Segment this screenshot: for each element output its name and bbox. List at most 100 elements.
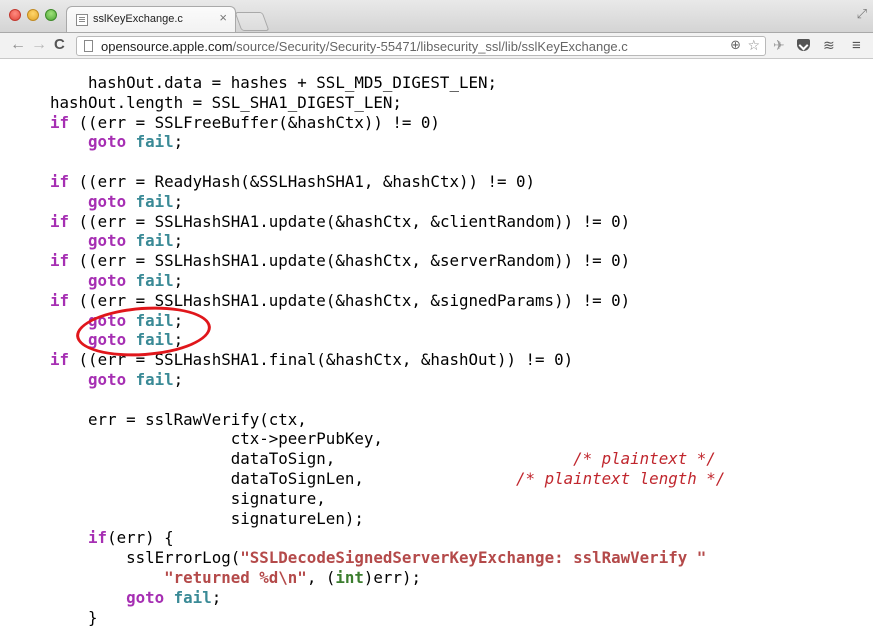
- code-keyword: goto: [88, 231, 127, 251]
- code-keyword: goto: [88, 370, 127, 389]
- code-line: goto fail;: [50, 311, 183, 331]
- tab-close-icon[interactable]: ×: [219, 11, 227, 25]
- url-host: opensource.apple.com: [101, 39, 233, 54]
- code-text: dataToSign,: [230, 449, 336, 469]
- code-comment: /* plaintext length */: [516, 469, 726, 488]
- tab-sslkeyexchange[interactable]: sslKeyExchange.c ×: [66, 6, 236, 32]
- code-keyword: if: [88, 528, 108, 548]
- code-line: goto fail;: [50, 330, 183, 350]
- title-bar: sslKeyExchange.c × ⤢: [0, 0, 873, 32]
- code-line: ctx->peerPubKey,: [50, 429, 383, 449]
- code-text: ;: [173, 191, 184, 211]
- page-favicon-icon: [76, 14, 88, 26]
- code-line: }: [50, 608, 98, 628]
- extension-layers-icon[interactable]: ≋: [823, 37, 835, 54]
- code-keyword: if: [50, 112, 70, 132]
- code-keyword: if: [50, 172, 70, 191]
- code-text: )err);: [363, 568, 421, 587]
- code-text: , (: [306, 568, 336, 587]
- code-text: ;: [211, 587, 222, 607]
- code-line: if ((err = SSLHashSHA1.final(&hashCtx, &…: [50, 350, 573, 370]
- code-string: "SSLDecodeSignedServerKeyExchange: sslRa…: [240, 548, 707, 568]
- menu-icon[interactable]: ≡: [852, 37, 861, 54]
- close-window-button[interactable]: [9, 9, 21, 21]
- forward-arrow-icon[interactable]: →: [31, 36, 47, 54]
- code-line: if(err) {: [50, 528, 174, 548]
- code-keyword: if: [50, 290, 70, 310]
- code-line: if ((err = SSLHashSHA1.update(&hashCtx, …: [50, 212, 630, 232]
- tab-title: sslKeyExchange.c: [93, 13, 183, 25]
- code-line: goto fail;: [50, 192, 183, 212]
- address-bar[interactable]: opensource.apple.com/source/Security/Sec…: [76, 36, 766, 56]
- url-path: /source/Security/Security-55471/libsecur…: [232, 39, 628, 54]
- code-keyword: goto: [88, 271, 127, 290]
- code-line: hashOut.data = hashes + SSL_MD5_DIGEST_L…: [50, 73, 497, 93]
- code-line: goto fail;: [50, 132, 183, 152]
- code-text: signatureLen);: [230, 508, 364, 528]
- code-text: ((err = SSLHashSHA1.final(&hashCtx, &has…: [69, 350, 574, 370]
- code-label: fail: [135, 191, 174, 211]
- zoom-icon[interactable]: ⊕: [730, 37, 741, 53]
- code-keyword: goto: [88, 132, 127, 152]
- code-line: dataToSign, /* plaintext */: [50, 449, 716, 469]
- code-text: ctx->peerPubKey,: [230, 429, 383, 449]
- fullscreen-icon[interactable]: ⤢: [857, 6, 867, 22]
- code-line: dataToSignLen, /* plaintext length */: [50, 469, 726, 489]
- code-line: "returned %d\n", (int)err);: [50, 568, 421, 588]
- code-label: fail: [135, 132, 174, 152]
- code-keyword: goto: [126, 587, 165, 607]
- code-line: if ((err = SSLFreeBuffer(&hashCtx)) != 0…: [50, 113, 440, 133]
- code-text: sslErrorLog(: [126, 548, 241, 568]
- new-tab-button[interactable]: [234, 12, 270, 31]
- code-label: fail: [135, 310, 174, 330]
- code-keyword: if: [50, 211, 70, 231]
- code-text: ;: [173, 231, 184, 251]
- code-label: fail: [135, 370, 174, 389]
- code-line: goto fail;: [50, 370, 183, 390]
- zoom-window-button[interactable]: [45, 9, 57, 21]
- extension-plane-icon[interactable]: ✈: [773, 37, 785, 54]
- code-text: dataToSignLen,: [230, 469, 364, 488]
- code-line: if ((err = SSLHashSHA1.update(&hashCtx, …: [50, 291, 630, 311]
- back-arrow-icon[interactable]: ←: [10, 36, 26, 54]
- code-line: err = sslRawVerify(ctx,: [50, 410, 307, 430]
- minimize-window-button[interactable]: [27, 9, 39, 21]
- code-keyword: goto: [88, 310, 127, 330]
- url-text[interactable]: opensource.apple.com/source/Security/Sec…: [101, 39, 628, 54]
- code-label: fail: [135, 271, 174, 290]
- code-type: int: [335, 568, 364, 587]
- page-icon: [84, 40, 93, 52]
- code-keyword: if: [50, 251, 70, 271]
- code-text: ((err = SSLHashSHA1.update(&hashCtx, &se…: [69, 251, 631, 271]
- bookmark-star-icon[interactable]: ☆: [747, 37, 760, 54]
- code-line: goto fail;: [50, 231, 183, 251]
- code-line: if ((err = ReadyHash(&SSLHashSHA1, &hash…: [50, 172, 535, 192]
- code-string: "returned %d\n": [164, 568, 307, 587]
- code-text: (err) {: [107, 528, 174, 548]
- code-text: ;: [173, 271, 184, 290]
- code-text: ((err = SSLFreeBuffer(&hashCtx)) != 0): [69, 112, 440, 132]
- code-line: if ((err = SSLHashSHA1.update(&hashCtx, …: [50, 251, 630, 271]
- code-text: ((err = ReadyHash(&SSLHashSHA1, &hashCtx…: [69, 172, 536, 191]
- code-line: hashOut.length = SSL_SHA1_DIGEST_LEN;: [50, 93, 402, 113]
- reload-icon[interactable]: C: [54, 36, 65, 54]
- code-line: sslErrorLog("SSLDecodeSignedServerKeyExc…: [50, 548, 706, 568]
- code-text: hashOut.length = SSL_SHA1_DIGEST_LEN;: [50, 92, 402, 112]
